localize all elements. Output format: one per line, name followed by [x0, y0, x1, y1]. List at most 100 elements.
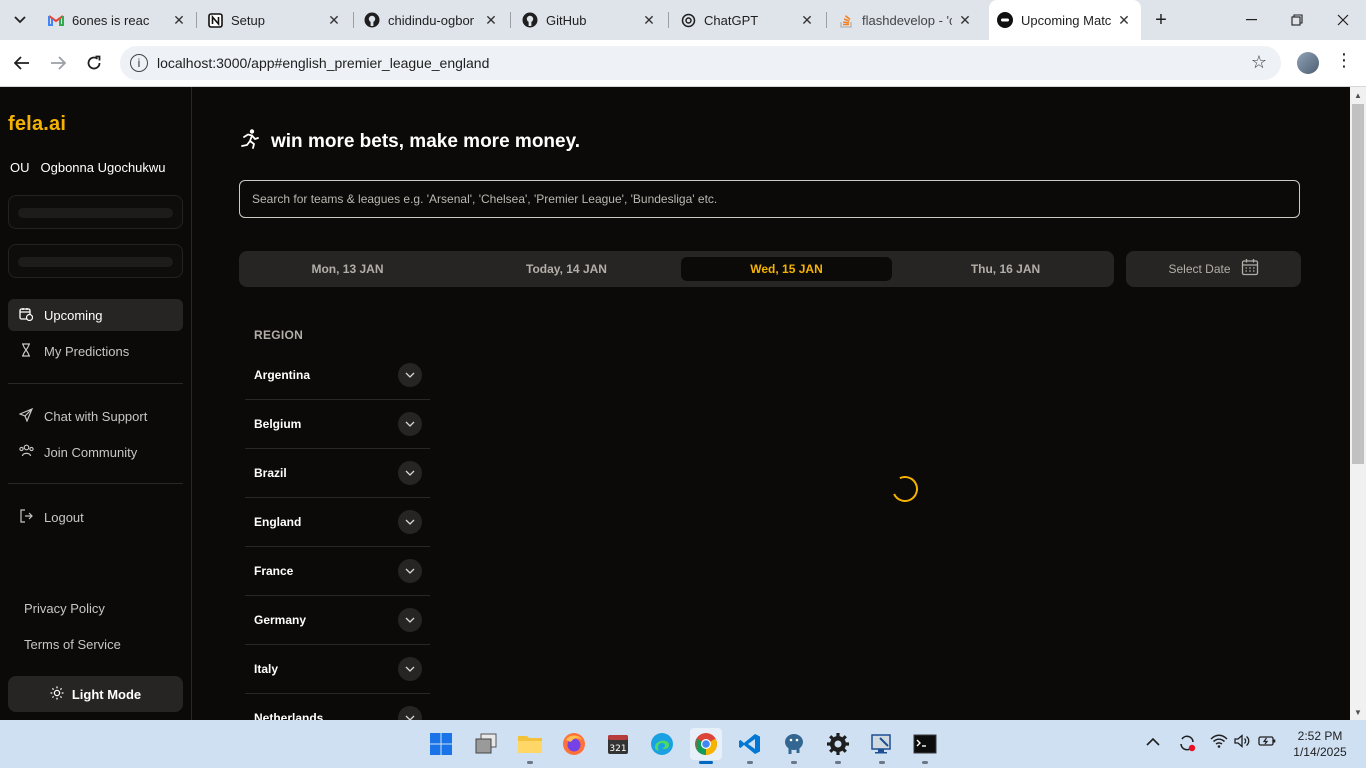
terms-of-service-link[interactable]: Terms of Service [24, 637, 121, 652]
back-arrow-icon[interactable] [9, 50, 35, 76]
sidebar-divider [8, 383, 183, 384]
forward-arrow-icon[interactable] [45, 50, 71, 76]
calendar-app-icon[interactable]: 321 [602, 728, 634, 760]
system-clock[interactable]: 2:52 PM 1/14/2025 [1288, 728, 1352, 760]
chevron-down-icon[interactable] [398, 657, 422, 681]
chevron-down-icon[interactable] [398, 608, 422, 632]
browser-toolbar: i localhost:3000/app#english_premier_lea… [0, 40, 1366, 87]
stackoverflow-icon [838, 12, 854, 28]
volume-icon[interactable] [1234, 734, 1252, 751]
chevron-down-icon[interactable] [398, 412, 422, 436]
loading-skeleton [8, 195, 183, 229]
firefox-icon[interactable] [558, 728, 590, 760]
date-tab-thu[interactable]: Thu, 16 JAN [900, 257, 1111, 281]
clock-time: 2:52 PM [1297, 729, 1343, 743]
close-window-icon[interactable] [1320, 0, 1366, 40]
close-icon[interactable]: ✕ [170, 11, 188, 29]
tab-github-repo[interactable]: chidindu-ogbon ✕ [364, 6, 500, 34]
close-icon[interactable]: ✕ [325, 11, 343, 29]
select-date-button[interactable]: Select Date [1126, 251, 1301, 287]
region-row-belgium[interactable]: Belgium [245, 400, 430, 449]
light-mode-button[interactable]: Light Mode [8, 676, 183, 712]
close-icon[interactable]: ✕ [798, 11, 816, 29]
gmail-icon [48, 12, 64, 28]
region-row-argentina[interactable]: Argentina [245, 351, 430, 400]
region-name: Germany [254, 613, 307, 627]
edge-icon[interactable] [646, 728, 678, 760]
close-icon[interactable]: ✕ [482, 11, 500, 29]
chevron-down-icon[interactable] [398, 510, 422, 534]
region-row-italy[interactable]: Italy [245, 645, 430, 694]
region-name: France [254, 564, 294, 578]
terminal-icon[interactable] [909, 728, 941, 764]
app-logo[interactable]: fela.ai [8, 113, 66, 136]
postgresql-icon[interactable] [778, 728, 810, 764]
sync-icon[interactable] [1177, 733, 1197, 756]
task-view-icon[interactable] [470, 728, 502, 760]
scrollbar-thumb[interactable] [1352, 104, 1364, 464]
reload-icon[interactable] [81, 50, 107, 76]
file-explorer-icon[interactable] [514, 728, 546, 764]
bookmark-star-icon[interactable]: ☆ [1251, 52, 1267, 73]
profile-avatar[interactable] [1297, 52, 1319, 74]
chevron-down-icon[interactable] [398, 461, 422, 485]
headline-text: win more bets, make more money. [271, 131, 581, 152]
sidebar-divider [8, 483, 183, 484]
app-root: fela.ai OU Ogbonna Ugochukwu Upcoming My… [0, 87, 1366, 730]
date-tab-today[interactable]: Today, 14 JAN [461, 257, 672, 281]
region-row-england[interactable]: England [245, 498, 430, 547]
url-text[interactable]: localhost:3000/app#english_premier_leagu… [157, 55, 489, 71]
date-tab-mon[interactable]: Mon, 13 JAN [242, 257, 453, 281]
windows-start-icon[interactable] [425, 728, 457, 760]
address-bar[interactable]: i localhost:3000/app#english_premier_lea… [120, 46, 1281, 80]
sidebar-item-upcoming[interactable]: Upcoming [8, 299, 183, 331]
search-input[interactable] [239, 180, 1300, 218]
region-row-france[interactable]: France [245, 547, 430, 596]
fela-icon [997, 12, 1013, 28]
restore-icon[interactable] [1274, 0, 1320, 40]
minimize-icon[interactable] [1228, 0, 1274, 40]
light-mode-label: Light Mode [71, 686, 142, 702]
tab-chatgpt[interactable]: ChatGPT ✕ [680, 6, 816, 34]
privacy-policy-link[interactable]: Privacy Policy [24, 601, 105, 616]
scroll-up-arrow-icon[interactable]: ▲ [1350, 87, 1366, 103]
region-name: Brazil [254, 466, 287, 480]
close-icon[interactable]: ✕ [640, 11, 658, 29]
sidebar-item-logout[interactable]: Logout [8, 501, 183, 533]
close-icon[interactable]: ✕ [956, 11, 974, 29]
page-scrollbar[interactable]: ▲ ▼ [1350, 87, 1366, 720]
tab-title: GitHub [546, 12, 587, 28]
sidebar-item-predictions[interactable]: My Predictions [8, 335, 183, 367]
region-row-brazil[interactable]: Brazil [245, 449, 430, 498]
scroll-down-arrow-icon[interactable]: ▼ [1350, 704, 1366, 720]
new-tab-plus-icon[interactable]: + [1150, 9, 1172, 31]
battery-icon[interactable] [1258, 734, 1276, 751]
region-row-germany[interactable]: Germany [245, 596, 430, 645]
chevron-down-icon[interactable] [398, 363, 422, 387]
browser-menu-icon[interactable]: ⋮ [1334, 50, 1354, 71]
region-name: Italy [254, 662, 279, 676]
chrome-icon[interactable] [690, 728, 722, 764]
sidebar-item-community[interactable]: Join Community [8, 436, 183, 468]
sidebar-item-support[interactable]: Chat with Support [8, 400, 183, 432]
wifi-icon[interactable] [1210, 734, 1228, 751]
tab-setup[interactable]: Setup ✕ [207, 6, 343, 34]
tab-search-chevron-icon[interactable] [8, 8, 32, 32]
remote-desktop-icon[interactable] [866, 728, 898, 764]
tab-github[interactable]: GitHub ✕ [522, 6, 658, 34]
tab-gmail[interactable]: 6ones is reac ✕ [48, 6, 188, 34]
chevron-down-icon[interactable] [398, 559, 422, 583]
loading-spinner [888, 472, 922, 506]
svg-text:321: 321 [609, 744, 626, 754]
tab-title: flashdevelop - 'c [862, 12, 952, 28]
show-hidden-icons-chevron-icon[interactable] [1146, 734, 1160, 750]
settings-gear-icon[interactable] [822, 728, 854, 764]
site-info-icon[interactable]: i [130, 54, 148, 72]
vscode-icon[interactable] [734, 728, 766, 764]
close-icon[interactable]: ✕ [1115, 11, 1133, 29]
tab-upcoming-matches[interactable]: Upcoming Matcl ✕ [989, 0, 1141, 40]
tab-title: 6ones is reac [72, 12, 150, 28]
main-content: win more bets, make more money. Mon, 13 … [193, 87, 1350, 730]
tab-stackoverflow[interactable]: flashdevelop - 'c ✕ [838, 6, 974, 34]
date-tab-wed[interactable]: Wed, 15 JAN [681, 257, 892, 281]
